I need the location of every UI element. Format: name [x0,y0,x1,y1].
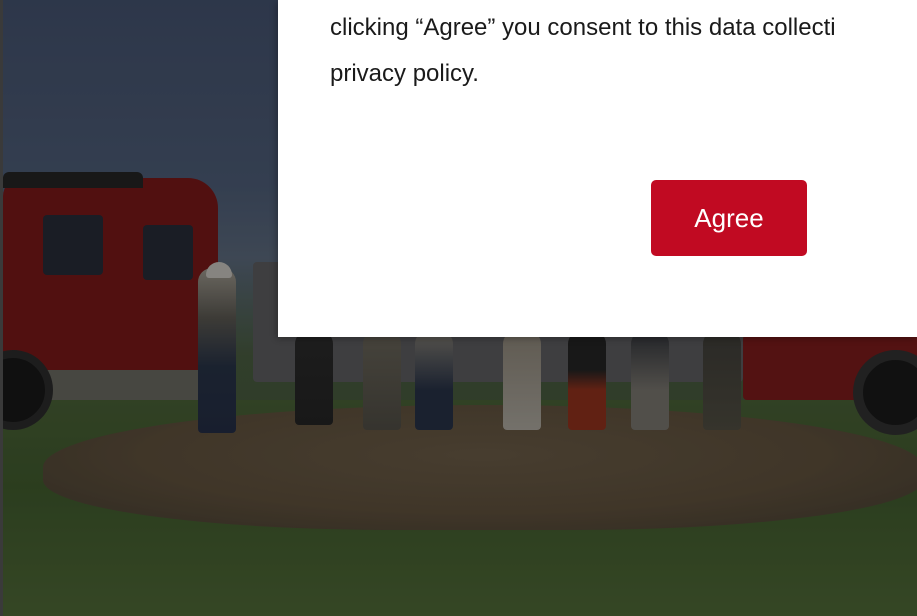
consent-message: clicking “Agree” you consent to this dat… [330,14,836,87]
agree-button[interactable]: Agree [651,180,807,256]
cookie-consent-modal: clicking “Agree” you consent to this dat… [278,0,917,337]
